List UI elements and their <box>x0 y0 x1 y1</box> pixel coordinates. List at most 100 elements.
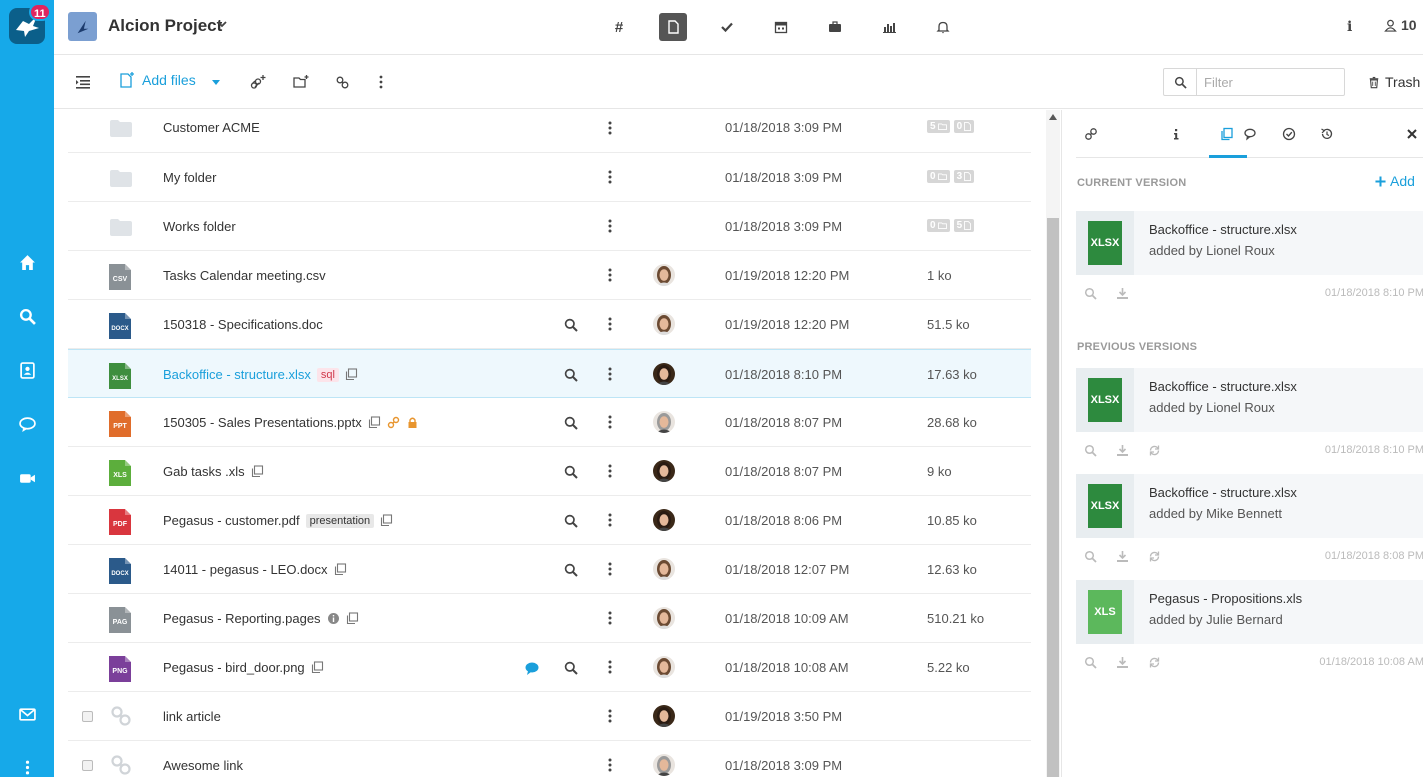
preview-search-icon[interactable] <box>564 416 578 430</box>
file-name[interactable]: Backoffice - structure.xlsx sql <box>163 367 358 382</box>
file-row[interactable]: Awesome link 01/18/2018 3:09 PM <box>68 741 1031 777</box>
toggle-tree-button[interactable] <box>72 71 94 93</box>
tab-info[interactable] <box>1167 125 1185 143</box>
download-icon[interactable] <box>1116 550 1129 563</box>
file-name[interactable]: link article <box>163 709 221 724</box>
avatar[interactable] <box>653 705 675 727</box>
row-menu-icon[interactable] <box>608 464 612 478</box>
scrollbar[interactable] <box>1046 110 1060 777</box>
file-name[interactable]: 150318 - Specifications.doc <box>163 317 323 332</box>
row-menu-icon[interactable] <box>608 660 612 674</box>
file-name[interactable]: My folder <box>163 170 216 185</box>
preview-search-icon[interactable] <box>564 514 578 528</box>
file-row[interactable]: PAG Pegasus - Reporting.pages 01/18/2018 1… <box>68 594 1031 643</box>
file-row[interactable]: DOCX 150318 - Specifications.doc 01/19/201… <box>68 300 1031 349</box>
members-count[interactable]: 10 <box>1384 17 1417 33</box>
project-avatar[interactable] <box>68 12 97 41</box>
row-menu-icon[interactable] <box>608 415 612 429</box>
preview-search-icon[interactable] <box>1084 287 1097 300</box>
restore-icon[interactable] <box>1148 550 1161 563</box>
file-name[interactable]: Pegasus - bird_door.png <box>163 660 324 675</box>
file-name[interactable]: Pegasus - customer.pdf presentation <box>163 513 393 528</box>
row-menu-icon[interactable] <box>608 219 612 233</box>
preview-search-icon[interactable] <box>1084 656 1097 669</box>
avatar[interactable] <box>653 754 675 776</box>
preview-search-icon[interactable] <box>564 368 578 382</box>
scroll-up-arrow-icon[interactable] <box>1049 114 1057 120</box>
file-row[interactable]: DOCX 14011 - pegasus - LEO.docx 01/18/2018… <box>68 545 1031 594</box>
row-menu-icon[interactable] <box>608 709 612 723</box>
row-menu-icon[interactable] <box>608 121 612 135</box>
file-row[interactable]: Works folder 01/18/2018 3:09 PM 0 5 <box>68 202 1031 251</box>
row-menu-icon[interactable] <box>608 562 612 576</box>
info-button[interactable]: i <box>1347 18 1361 35</box>
file-row[interactable]: XLS Gab tasks .xls 01/18/2018 8:07 PM 9 ko <box>68 447 1031 496</box>
row-checkbox[interactable] <box>82 711 93 722</box>
tab-hashtag[interactable]: # <box>605 13 633 41</box>
preview-search-icon[interactable] <box>564 465 578 479</box>
row-menu-icon[interactable] <box>608 170 612 184</box>
file-row[interactable]: PPT 150305 - Sales Presentations.pptx 01/1… <box>68 398 1031 447</box>
file-row[interactable]: My folder 01/18/2018 3:09 PM 0 3 <box>68 153 1031 202</box>
avatar[interactable] <box>653 313 675 335</box>
version-card[interactable]: XLSX Backoffice - structure.xlsx added by … <box>1076 368 1423 432</box>
scroll-thumb[interactable] <box>1047 218 1059 777</box>
download-icon[interactable] <box>1116 287 1129 300</box>
preview-search-icon[interactable] <box>1084 550 1097 563</box>
add-link-button[interactable] <box>247 71 269 93</box>
avatar[interactable] <box>653 558 675 580</box>
avatar[interactable] <box>653 607 675 629</box>
more-actions-button[interactable] <box>370 71 392 93</box>
row-menu-icon[interactable] <box>608 758 612 772</box>
tag-badge[interactable]: presentation <box>305 513 375 528</box>
row-menu-icon[interactable] <box>608 317 612 331</box>
download-icon[interactable] <box>1116 444 1129 457</box>
tab-comments[interactable] <box>1242 125 1260 143</box>
more-icon[interactable] <box>17 757 37 777</box>
tab-history[interactable] <box>1318 125 1336 143</box>
restore-icon[interactable] <box>1148 444 1161 457</box>
tab-notifications[interactable] <box>929 13 957 41</box>
file-name[interactable]: 150305 - Sales Presentations.pptx <box>163 415 419 430</box>
unlink-button[interactable] <box>332 71 354 93</box>
filter-input[interactable] <box>1197 69 1343 95</box>
file-name[interactable]: Works folder <box>163 219 236 234</box>
video-icon[interactable] <box>17 468 37 488</box>
tab-share-link[interactable] <box>1082 125 1100 143</box>
file-name[interactable]: Gab tasks .xls <box>163 464 264 479</box>
file-row[interactable]: PNG Pegasus - bird_door.png 01/18/2018 10:… <box>68 643 1031 692</box>
file-name[interactable]: Tasks Calendar meeting.csv <box>163 268 326 283</box>
add-version-button[interactable]: Add <box>1375 173 1415 189</box>
file-name[interactable]: Customer ACME <box>163 120 260 135</box>
file-row[interactable]: Customer ACME 01/18/2018 3:09 PM 5 0 <box>68 110 1031 153</box>
preview-search-icon[interactable] <box>564 318 578 332</box>
row-menu-icon[interactable] <box>608 611 612 625</box>
trash-button[interactable]: Trash <box>1368 74 1420 90</box>
contacts-icon[interactable] <box>17 360 37 380</box>
avatar[interactable] <box>653 656 675 678</box>
tab-tasks[interactable] <box>1280 125 1298 143</box>
avatar[interactable] <box>653 264 675 286</box>
tab-files[interactable] <box>659 13 687 41</box>
preview-search-icon[interactable] <box>564 661 578 675</box>
file-name[interactable]: Pegasus - Reporting.pages <box>163 611 359 626</box>
row-checkbox[interactable] <box>82 760 93 771</box>
tab-briefcase[interactable] <box>821 13 849 41</box>
file-row[interactable]: XLSX Backoffice - structure.xlsx sql 01/18/… <box>68 349 1031 398</box>
tab-calendar[interactable] <box>767 13 795 41</box>
row-menu-icon[interactable] <box>608 268 612 282</box>
version-card[interactable]: XLSX Backoffice - structure.xlsx added by … <box>1076 211 1423 275</box>
chat-icon[interactable] <box>17 414 37 434</box>
preview-search-icon[interactable] <box>564 563 578 577</box>
file-row[interactable]: CSV Tasks Calendar meeting.csv 01/19/2018 … <box>68 251 1031 300</box>
avatar[interactable] <box>653 509 675 531</box>
search-icon[interactable] <box>17 306 37 326</box>
avatar[interactable] <box>653 411 675 433</box>
avatar[interactable] <box>653 363 675 385</box>
tab-tasks[interactable] <box>713 13 741 41</box>
tag-badge[interactable]: sql <box>316 367 339 382</box>
preview-search-icon[interactable] <box>1084 444 1097 457</box>
row-menu-icon[interactable] <box>608 513 612 527</box>
file-row[interactable]: PDF Pegasus - customer.pdf presentation 01/… <box>68 496 1031 545</box>
chevron-down-icon[interactable] <box>216 18 228 30</box>
